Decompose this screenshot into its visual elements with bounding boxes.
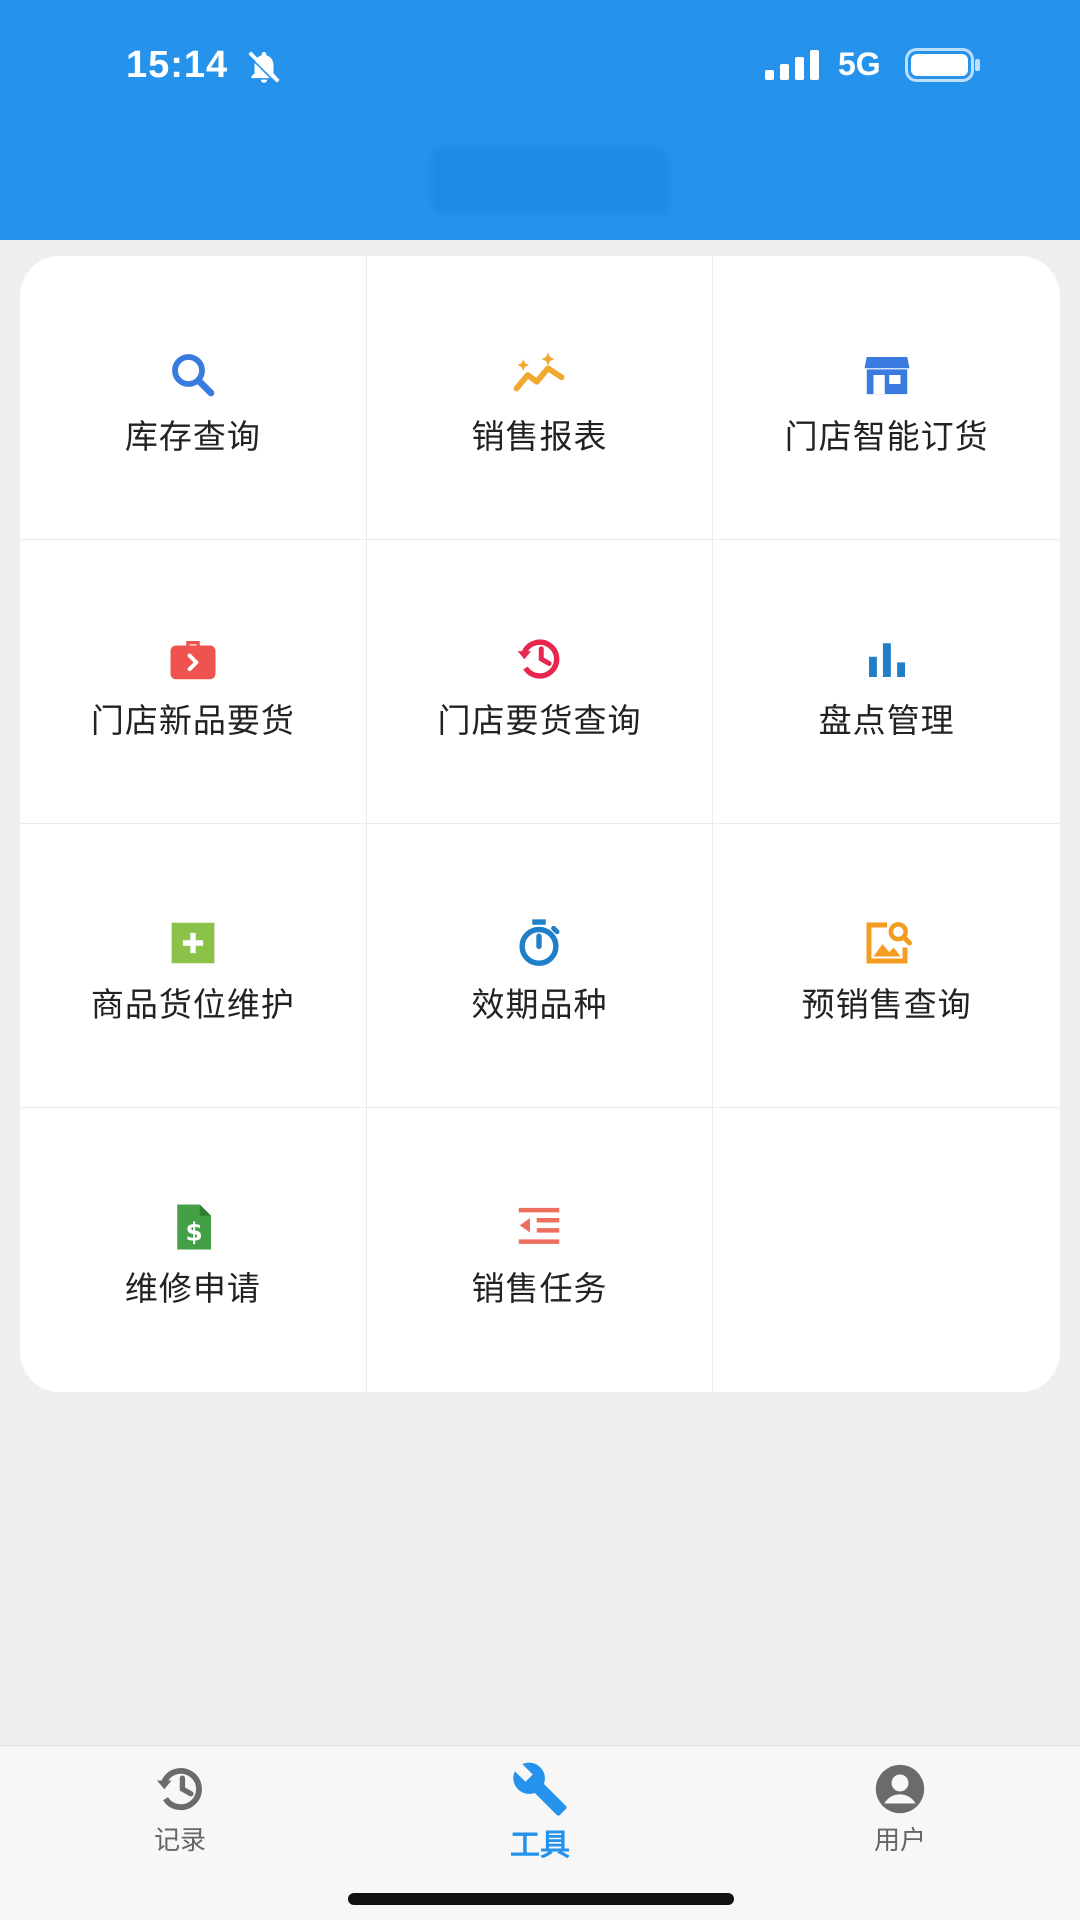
tab-records[interactable]: 记录 [80,1760,280,1880]
account-icon [875,1764,925,1814]
invoice-icon: $ [177,1204,211,1250]
menu-item-label: 效期品种 [471,984,608,1024]
menu-item-label: 预销售查询 [801,984,972,1024]
status-time: 15:14 [126,44,229,86]
menu-item-inventory-query[interactable]: 库存查询 [20,256,367,540]
menu-item-label: 商品货位维护 [90,984,295,1024]
menu-item-stocktake[interactable]: 盘点管理 [713,540,1060,824]
store-icon [864,356,910,394]
stopwatch-icon [519,918,560,966]
history-icon [157,1768,202,1811]
menu-item-repair-request[interactable]: $ 维修申请 [20,1108,367,1392]
tab-label: 用户 [873,1826,926,1856]
signal-icon [765,50,819,80]
sales-trend-icon [514,352,565,391]
menu-item-label: 维修申请 [124,1269,261,1308]
menu-item-expiry-items[interactable]: 效期品种 [366,824,714,1108]
svg-text:$: $ [185,1218,202,1247]
menu-item-presale-query[interactable]: 预销售查询 [713,824,1060,1108]
menu-item-smart-ordering[interactable]: 门店智能订货 [713,256,1060,540]
network-type: 5G [838,46,881,82]
tab-label: 记录 [153,1826,206,1856]
empty-cell [713,1108,1060,1392]
briefcase-icon [170,640,216,679]
menu-item-new-product-request[interactable]: 门店新品要货 [20,540,367,824]
menu-item-label: 门店要货查询 [437,700,642,740]
tools-grid: 库存查询 销售报表 门店智能订货 门店新品要货 门店要货查询 盘点管理 商品货位… [20,256,1060,1392]
image-search-icon [866,921,912,963]
page-title-redacted [432,148,668,214]
menu-item-label: 盘点管理 [818,700,955,740]
home-indicator [348,1893,734,1905]
menu-item-sales-task[interactable]: 销售任务 [367,1108,714,1392]
bell-off-icon [247,51,280,84]
battery-icon [905,48,980,82]
tab-tools[interactable]: 工具 [440,1760,640,1880]
tab-user[interactable]: 用户 [800,1760,1000,1880]
indent-list-icon [519,1207,560,1244]
menu-item-sales-report[interactable]: 销售报表 [366,256,714,540]
menu-item-label: 销售报表 [471,416,608,456]
add-box-icon [171,922,215,963]
menu-item-location-maintenance[interactable]: 商品货位维护 [20,824,367,1108]
menu-item-label: 门店新品要货 [90,700,295,740]
wrench-icon [513,1762,567,1816]
bar-chart-icon [868,642,905,677]
menu-item-request-query[interactable]: 门店要货查询 [366,540,714,824]
app-header: 15:14 5G [0,0,1080,240]
tab-label: 工具 [510,1828,570,1863]
history-icon [518,638,560,679]
menu-item-label: 库存查询 [124,416,261,456]
search-icon [171,353,215,396]
menu-item-label: 门店智能订货 [784,416,989,456]
menu-item-label: 销售任务 [471,1269,608,1308]
